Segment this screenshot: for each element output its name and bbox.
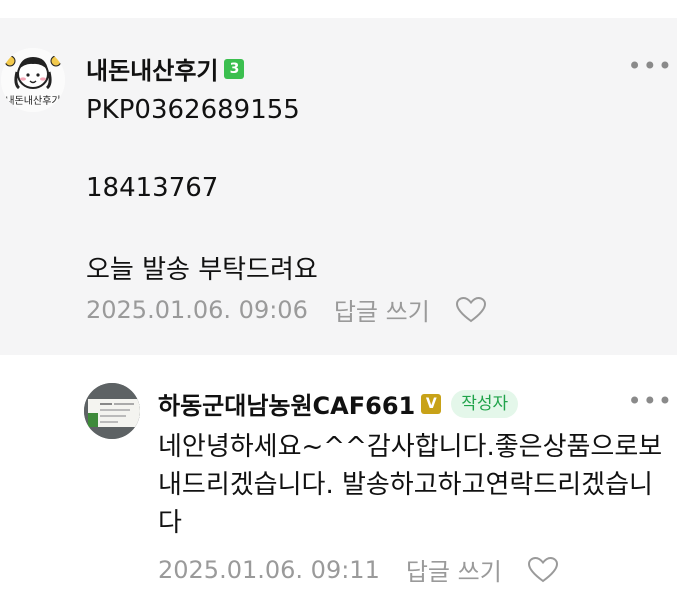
comment-item: 내돈내산후기 내돈내산후기 3 ••• PKP0362689155 184137…	[0, 18, 677, 355]
level-badge: 3	[224, 58, 245, 79]
reply-button[interactable]: 답글 쓰기	[406, 552, 502, 587]
reply-text: 네안녕하세요~^^감사합니다.좋은상품으로보내드리겠습니다. 발송하고하고연락드…	[158, 432, 663, 538]
reply-item: 하동군대남농원CAF661 V 작성자 ••• 네안녕하세요~^^감사합니다.좋…	[0, 355, 677, 602]
reply-author: 하동군대남농원CAF661 V 작성자	[158, 386, 519, 421]
farm-card-icon	[84, 383, 140, 439]
svg-text:내돈내산후기: 내돈내산후기	[5, 95, 60, 107]
nickname[interactable]: 내돈내산후기	[86, 51, 218, 86]
comment-thread: 내돈내산후기 내돈내산후기 3 ••• PKP0362689155 184137…	[0, 0, 677, 602]
comment-line: 18413767	[86, 173, 219, 203]
author-badge: 작성자	[451, 389, 519, 418]
reply-meta: 2025.01.06. 09:11 답글 쓰기	[158, 552, 558, 587]
nickname[interactable]: 하동군대남농원CAF661	[158, 386, 415, 421]
comment-meta: 2025.01.06. 09:06 답글 쓰기	[86, 292, 486, 327]
timestamp: 2025.01.06. 09:11	[158, 555, 380, 584]
reply-button[interactable]: 답글 쓰기	[334, 292, 430, 327]
avatar[interactable]	[84, 383, 140, 439]
more-options-button[interactable]: •••	[628, 54, 673, 78]
level-badge: V	[421, 393, 442, 414]
avatar[interactable]: 내돈내산후기	[1, 48, 65, 112]
avatar-icon: 내돈내산후기	[1, 48, 65, 112]
heart-icon[interactable]	[527, 556, 558, 583]
comment-line: PKP0362689155	[86, 95, 300, 125]
heart-icon[interactable]	[455, 296, 486, 323]
more-options-button[interactable]: •••	[628, 389, 673, 413]
comment-author: 내돈내산후기 3	[86, 51, 245, 86]
timestamp: 2025.01.06. 09:06	[86, 295, 308, 324]
comment-line: 오늘 발송 부탁드려요	[86, 255, 318, 285]
